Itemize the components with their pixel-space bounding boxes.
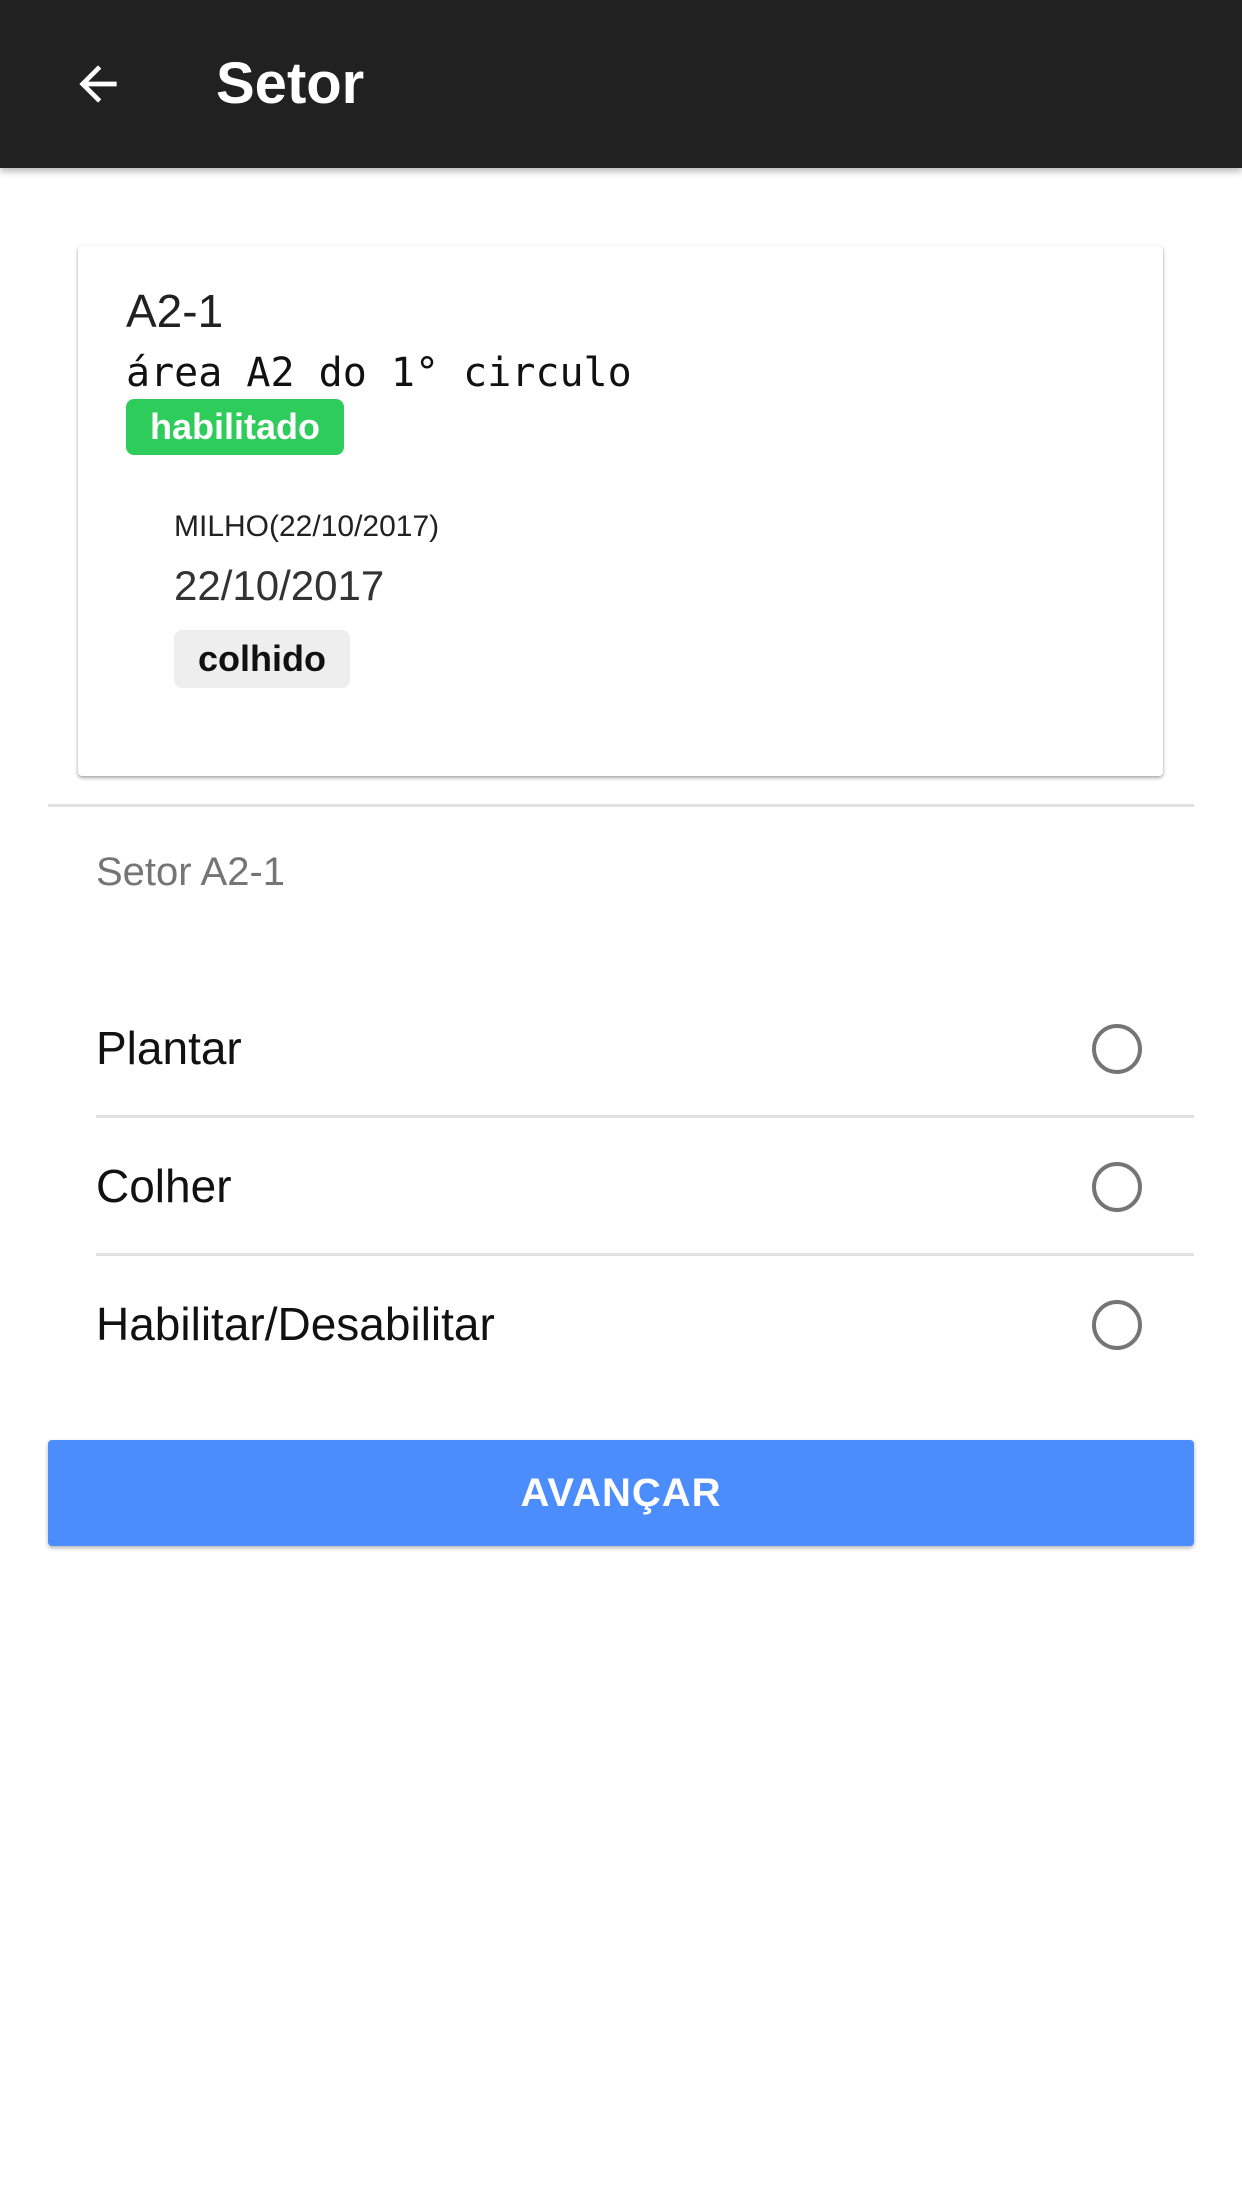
radio-button-habilitar-desabilitar[interactable] — [1092, 1300, 1142, 1350]
option-habilitar-desabilitar[interactable]: Habilitar/Desabilitar — [0, 1256, 1242, 1392]
sector-description: área A2 do 1° circulo — [126, 350, 632, 396]
crop-date: 22/10/2017 — [174, 562, 385, 609]
option-colher[interactable]: Colher — [0, 1118, 1242, 1254]
radio-button-colher[interactable] — [1092, 1162, 1142, 1212]
back-button[interactable] — [48, 34, 148, 134]
arrow-left-icon — [79, 65, 117, 103]
divider — [48, 804, 1194, 807]
advance-button[interactable]: AVANÇAR — [48, 1440, 1194, 1546]
option-plantar[interactable]: Plantar — [0, 980, 1242, 1116]
sector-card: A2-1 área A2 do 1° circulo habilitado MI… — [78, 246, 1163, 776]
crop-status-badge: colhido — [174, 630, 350, 688]
section-label: Setor A2-1 — [96, 850, 286, 894]
option-label: Plantar — [96, 1022, 242, 1074]
radio-button-plantar[interactable] — [1092, 1024, 1142, 1074]
page-title: Setor — [216, 51, 365, 116]
crop-name: MILHO(22/10/2017) — [174, 510, 440, 543]
option-label: Colher — [96, 1160, 232, 1212]
status-badge: habilitado — [126, 399, 344, 455]
option-label: Habilitar/Desabilitar — [96, 1298, 495, 1350]
sector-title: A2-1 — [126, 285, 224, 337]
app-bar: Setor — [0, 0, 1242, 168]
